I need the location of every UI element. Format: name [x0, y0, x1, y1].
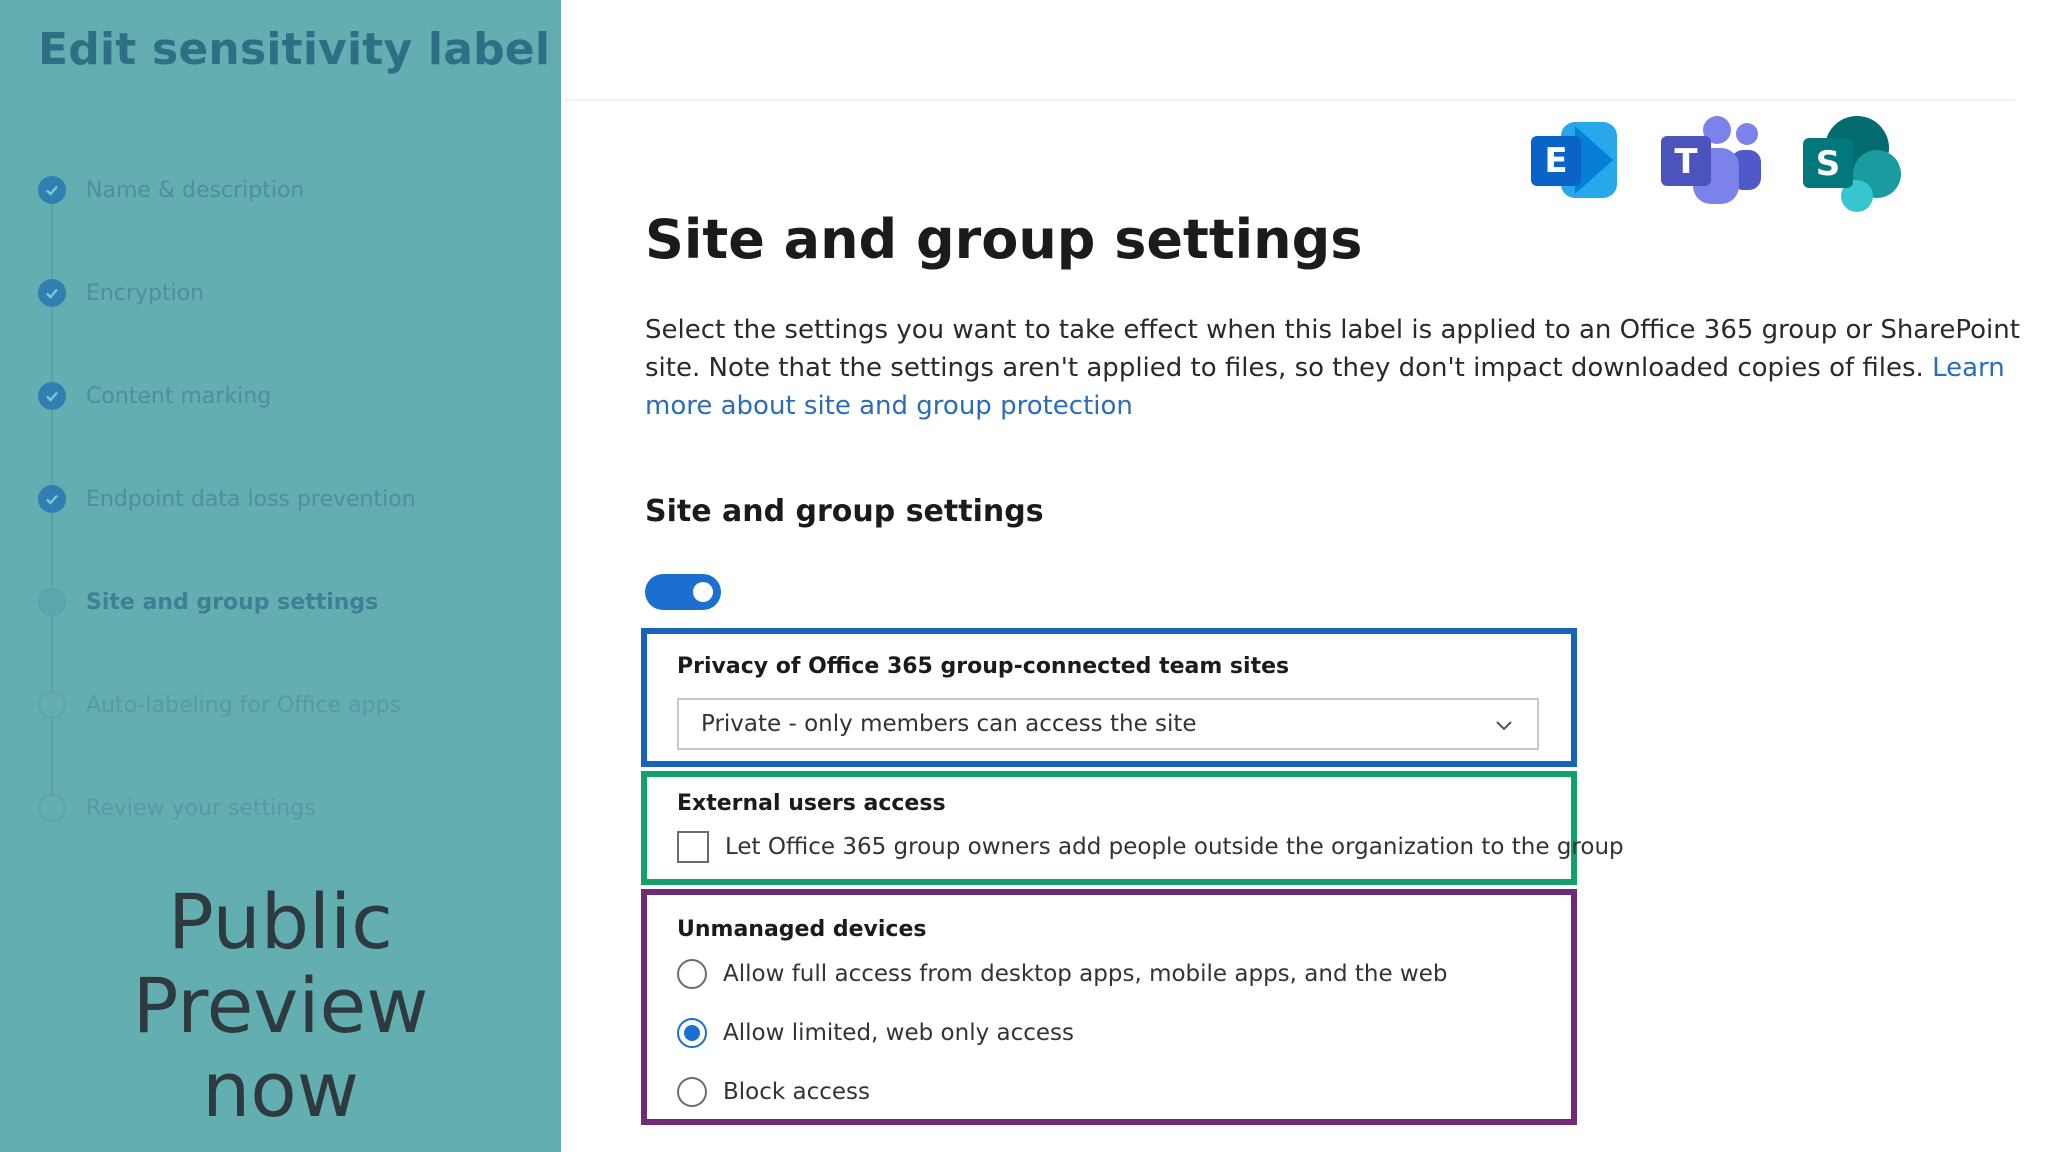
step-label: Name & description — [86, 177, 305, 203]
page-description: Select the settings you want to take eff… — [645, 311, 2025, 425]
step-name-description[interactable]: Name & description — [38, 170, 304, 210]
toggle-knob — [693, 582, 713, 602]
radio-button[interactable] — [677, 1077, 707, 1107]
step-label: Site and group settings — [86, 589, 379, 615]
page-title: Site and group settings — [645, 208, 1363, 271]
radio-option-block-access[interactable]: Block access — [677, 1077, 870, 1107]
sidebar-title: Edit sensitivity label — [38, 24, 551, 75]
checkmark-icon — [38, 382, 66, 410]
wizard-sidebar: Edit sensitivity label Name & descriptio… — [0, 0, 561, 1152]
privacy-label: Privacy of Office 365 group-connected te… — [677, 654, 1290, 679]
app-letter: S — [1816, 144, 1841, 184]
wizard-steps: Name & description Encryption Content ma… — [38, 170, 538, 850]
radio-option-limited-access[interactable]: Allow limited, web only access — [677, 1018, 1074, 1048]
radio-label: Block access — [723, 1079, 871, 1105]
step-label: Auto-labeling for Office apps — [86, 692, 401, 718]
unmanaged-devices-section: Unmanaged devices Allow full access from… — [641, 889, 1577, 1125]
radio-button[interactable] — [677, 959, 707, 989]
step-auto-labeling[interactable]: Auto-labeling for Office apps — [38, 685, 401, 725]
step-site-group-settings[interactable]: Site and group settings — [38, 582, 378, 622]
promo-line: now — [202, 1045, 359, 1134]
pending-step-icon — [38, 691, 66, 719]
privacy-selected-value: Private - only members can access the si… — [701, 711, 1197, 737]
sharepoint-icon: S — [1801, 112, 1905, 220]
radio-label: Allow full access from desktop apps, mob… — [723, 961, 1448, 987]
app-letter: E — [1544, 141, 1567, 181]
current-step-icon — [38, 588, 66, 616]
external-users-checkbox[interactable] — [677, 831, 709, 863]
checkmark-icon — [38, 485, 66, 513]
teams-icon: T — [1659, 112, 1763, 220]
app-icons: E T S — [1525, 112, 1905, 220]
public-preview-banner: Public Preview now — [0, 880, 561, 1132]
chevron-down-icon — [1496, 721, 1512, 731]
step-label: Content marking — [86, 383, 272, 409]
radio-button-selected[interactable] — [677, 1018, 707, 1048]
privacy-section: Privacy of Office 365 group-connected te… — [641, 628, 1577, 767]
header-divider — [565, 99, 2015, 101]
unmanaged-devices-label: Unmanaged devices — [677, 917, 927, 942]
promo-line: Preview — [132, 961, 429, 1050]
promo-line: Public — [168, 877, 393, 966]
radio-dot — [684, 1025, 700, 1041]
description-text: Select the settings you want to take eff… — [645, 315, 2020, 383]
step-label: Endpoint data loss prevention — [86, 486, 416, 512]
checkmark-icon — [38, 176, 66, 204]
step-review-settings[interactable]: Review your settings — [38, 788, 316, 828]
pending-step-icon — [38, 794, 66, 822]
privacy-dropdown[interactable]: Private - only members can access the si… — [677, 698, 1539, 750]
checkbox-label: Let Office 365 group owners add people o… — [725, 834, 1624, 860]
exchange-icon: E — [1525, 112, 1621, 220]
step-label: Review your settings — [86, 795, 316, 821]
external-users-option[interactable]: Let Office 365 group owners add people o… — [677, 831, 1624, 863]
radio-label: Allow limited, web only access — [723, 1020, 1075, 1046]
checkmark-icon — [38, 279, 66, 307]
site-group-settings-toggle[interactable] — [645, 574, 721, 610]
radio-option-full-access[interactable]: Allow full access from desktop apps, mob… — [677, 959, 1448, 989]
section-title: Site and group settings — [645, 494, 1044, 529]
external-users-section: External users access Let Office 365 gro… — [641, 771, 1624, 885]
step-label: Encryption — [86, 280, 205, 306]
app-letter: T — [1674, 142, 1698, 182]
external-users-label: External users access — [677, 791, 946, 816]
step-encryption[interactable]: Encryption — [38, 273, 204, 313]
step-content-marking[interactable]: Content marking — [38, 376, 271, 416]
step-endpoint-dlp[interactable]: Endpoint data loss prevention — [38, 479, 416, 519]
